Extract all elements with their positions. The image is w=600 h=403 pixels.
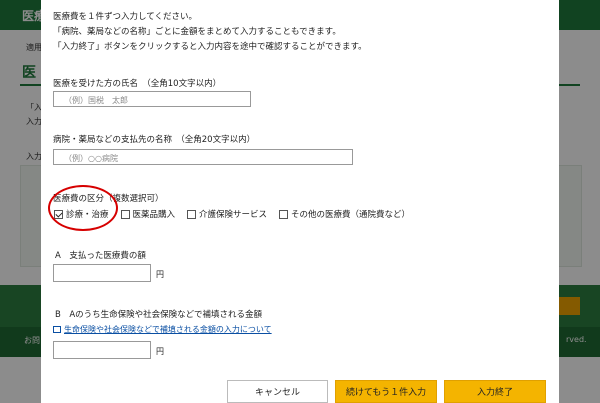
category-label: 介護保険サービス <box>199 210 268 220</box>
cancel-button[interactable]: キャンセル <box>227 380 328 403</box>
payee-name-label: 病院・薬局などの支払先の名称 （全角20文字以内） <box>53 135 256 145</box>
checkbox-empty-icon <box>187 209 197 219</box>
reimbursement-help-link[interactable]: 生命保険や社会保険などで補填される金額の入力について <box>53 324 272 335</box>
highlight-circle <box>48 185 118 231</box>
category-medicine-checkbox[interactable]: 医薬品購入 <box>120 208 176 220</box>
amount-reimbursed-label: B Aのうち生命保険や社会保険などで補填される金額 <box>55 310 262 320</box>
category-other-checkbox[interactable]: その他の医療費（通院費など） <box>279 208 410 220</box>
add-another-button[interactable]: 続けてもう１件入力 <box>335 380 437 403</box>
instruction-line: 「入力終了」ボタンをクリックすると入力内容を途中で確認することができます。 <box>53 42 367 52</box>
payee-name-input[interactable]: （例）○○病院 <box>53 149 353 165</box>
window-icon <box>53 326 61 333</box>
amount-paid-input[interactable] <box>53 264 151 282</box>
category-label: その他の医療費（通院費など） <box>291 210 411 220</box>
instruction-line: 医療費を１件ずつ入力してください。 <box>53 12 197 22</box>
patient-name-input[interactable]: （例）国税 太郎 <box>53 91 251 107</box>
amount-paid-unit: 円 <box>156 270 164 279</box>
checkbox-empty-icon <box>120 209 130 219</box>
medical-expense-dialog: 医療費を１件ずつ入力してください。 「病院、薬局などの名称」ごとに金額をまとめて… <box>41 0 559 403</box>
patient-name-label: 医療を受けた方の氏名 （全角10文字以内） <box>53 79 222 89</box>
dialog-instructions: 医療費を１件ずつ入力してください。 「病院、薬局などの名称」ごとに金額をまとめて… <box>53 10 367 55</box>
category-label: 医薬品購入 <box>132 210 176 220</box>
category-care-service-checkbox[interactable]: 介護保険サービス <box>187 208 267 220</box>
amount-reimbursed-input[interactable] <box>53 341 151 359</box>
amount-reimbursed-unit: 円 <box>156 347 164 356</box>
amount-paid-label: A 支払った医療費の額 <box>55 251 146 261</box>
checkbox-empty-icon <box>279 209 289 219</box>
instruction-line: 「病院、薬局などの名称」ごとに金額をまとめて入力することもできます。 <box>53 27 341 37</box>
finish-input-button[interactable]: 入力終了 <box>444 380 546 403</box>
reimbursement-help-link-text: 生命保険や社会保険などで補填される金額の入力について <box>64 325 272 334</box>
